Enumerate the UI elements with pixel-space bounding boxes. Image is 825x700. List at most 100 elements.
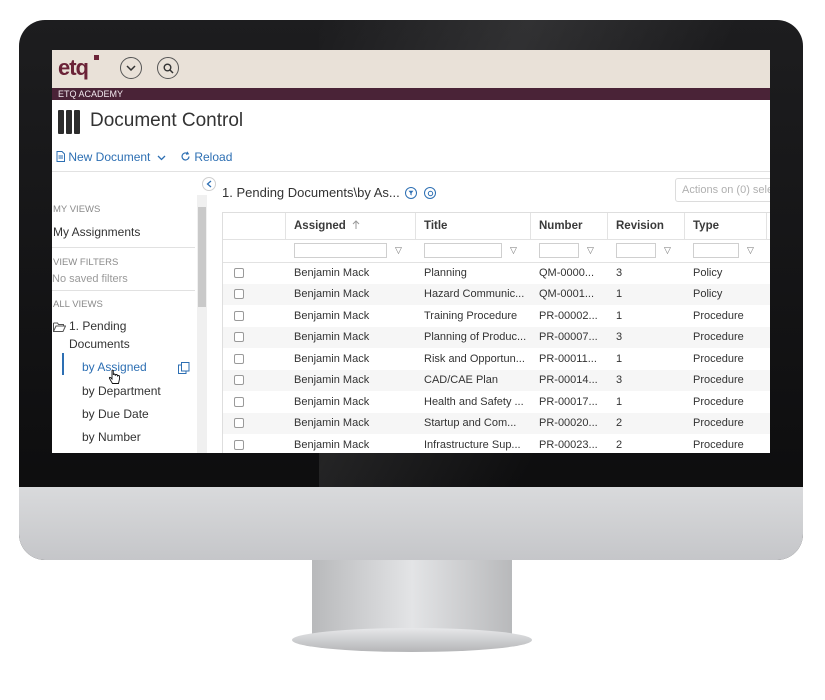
sidebar-item-pending-documents[interactable]: 1. Pending (69, 319, 126, 333)
cell-type: Procedure (693, 310, 744, 322)
folder-open-icon (53, 319, 67, 337)
actions-button[interactable]: Actions on (0) sele (675, 178, 770, 202)
cell-title[interactable]: Health and Safety ... (424, 392, 524, 413)
filter-input-type[interactable] (693, 243, 739, 258)
column-header-title[interactable]: Title (424, 213, 447, 239)
sidebar-item-by-number[interactable]: by Number (82, 430, 141, 444)
cell-number: PR-00007... (539, 331, 598, 343)
search-icon[interactable] (157, 57, 179, 79)
cell-revision: 1 (616, 353, 623, 365)
view-filters-label: VIEW FILTERS (53, 257, 119, 268)
cell-title[interactable]: Planning of Produc... (424, 327, 526, 348)
column-header-assigned[interactable]: Assigned (294, 213, 360, 239)
cell-assigned: Benjamin Mack (294, 267, 370, 279)
cell-assigned: Benjamin Mack (294, 331, 370, 343)
filter-icon[interactable]: ▽ (587, 243, 594, 258)
cell-number: PR-00020... (539, 417, 598, 429)
cell-type: Procedure (693, 374, 744, 386)
row-checkbox[interactable] (234, 268, 244, 278)
filter-icon[interactable]: ▽ (510, 243, 517, 258)
cell-title[interactable]: Planning (424, 263, 467, 284)
monitor-stand-base (292, 628, 532, 652)
column-header-number[interactable]: Number (539, 213, 582, 239)
active-indicator (62, 353, 64, 375)
filter-input-assigned[interactable] (294, 243, 387, 258)
filter-input-title[interactable] (424, 243, 502, 258)
academy-label: ETQ ACADEMY (58, 89, 124, 99)
row-checkbox[interactable] (234, 418, 244, 428)
table-row[interactable]: Benjamin Mack CAD/CAE Plan PR-00014... 3… (223, 370, 770, 391)
cell-revision: 1 (616, 396, 623, 408)
cell-number: PR-00002... (539, 310, 598, 322)
sidebar-item-my-assignments[interactable]: My Assignments (53, 225, 140, 239)
row-checkbox[interactable] (234, 397, 244, 407)
chevron-down-icon[interactable] (120, 57, 142, 79)
table-row[interactable]: Benjamin Mack Training Procedure PR-0000… (223, 306, 770, 327)
cell-title[interactable]: CAD/CAE Plan (424, 370, 498, 391)
sidebar-item-pending-documents-cont[interactable]: Documents (69, 337, 130, 351)
table-row[interactable]: Benjamin Mack Planning of Produc... PR-0… (223, 327, 770, 348)
cell-assigned: Benjamin Mack (294, 439, 370, 451)
row-checkbox[interactable] (234, 311, 244, 321)
column-separator (766, 213, 767, 239)
table-row[interactable]: Benjamin Mack Hazard Communic... QM-0001… (223, 284, 770, 305)
cell-title[interactable]: Training Procedure (424, 306, 517, 327)
cell-assigned: Benjamin Mack (294, 396, 370, 408)
sidebar-scrollbar[interactable] (197, 195, 207, 453)
cell-type: Procedure (693, 417, 744, 429)
row-checkbox[interactable] (234, 375, 244, 385)
cell-assigned: Benjamin Mack (294, 288, 370, 300)
row-checkbox[interactable] (234, 354, 244, 364)
sidebar-scroll-thumb[interactable] (198, 207, 206, 307)
column-header-revision[interactable]: Revision (616, 213, 664, 239)
column-separator (530, 213, 531, 239)
filter-icon[interactable]: ▽ (664, 243, 671, 258)
cell-revision: 1 (616, 310, 623, 322)
settings-icon[interactable] (424, 187, 436, 199)
table-row[interactable]: Benjamin Mack Risk and Opportun... PR-00… (223, 349, 770, 370)
cell-title[interactable]: Startup and Com... (424, 413, 516, 434)
column-separator (285, 213, 286, 239)
view-title: 1. Pending Documents\by As... (222, 185, 400, 200)
reload-button[interactable]: Reload (180, 150, 232, 164)
binders-icon (58, 110, 80, 134)
documents-grid: Assigned Title Number Revision Type ▽ ▽ … (222, 212, 770, 453)
cell-number: PR-00023... (539, 439, 598, 451)
table-row[interactable]: Benjamin Mack Startup and Com... PR-0002… (223, 413, 770, 434)
new-document-button[interactable]: New Document (56, 150, 166, 164)
filter-input-number[interactable] (539, 243, 579, 258)
copy-icon[interactable] (178, 361, 190, 379)
monitor-stand-neck (312, 560, 512, 634)
cell-type: Procedure (693, 396, 744, 408)
row-checkbox[interactable] (234, 289, 244, 299)
cell-number: PR-00011... (539, 353, 597, 365)
academy-bar: ETQ ACADEMY (52, 88, 770, 100)
filter-icon[interactable]: ▽ (395, 243, 402, 258)
collapse-sidebar-button[interactable] (202, 177, 216, 191)
row-checkbox[interactable] (234, 332, 244, 342)
table-row[interactable]: Benjamin Mack Planning QM-0000... 3 Poli… (223, 263, 770, 284)
filter-icon[interactable] (405, 187, 417, 199)
cell-type: Procedure (693, 439, 744, 451)
cell-revision: 1 (616, 288, 623, 300)
filter-icon[interactable]: ▽ (747, 243, 754, 258)
filter-input-revision[interactable] (616, 243, 656, 258)
cell-revision: 3 (616, 267, 623, 279)
cell-assigned: Benjamin Mack (294, 353, 370, 365)
sidebar-item-by-due-date[interactable]: by Due Date (82, 407, 149, 421)
table-row[interactable]: Benjamin Mack Health and Safety ... PR-0… (223, 392, 770, 413)
table-row[interactable]: Benjamin Mack Infrastructure Sup... PR-0… (223, 435, 770, 453)
column-header-type[interactable]: Type (693, 213, 719, 239)
cell-number: QM-0001... (539, 288, 595, 300)
cell-title[interactable]: Risk and Opportun... (424, 349, 525, 370)
cell-title[interactable]: Hazard Communic... (424, 284, 524, 305)
cell-title[interactable]: Infrastructure Sup... (424, 435, 521, 453)
toolbar: New Document Reload (52, 146, 770, 170)
cell-assigned: Benjamin Mack (294, 374, 370, 386)
cell-type: Procedure (693, 353, 744, 365)
sidebar-item-by-department[interactable]: by Department (82, 384, 161, 398)
row-checkbox[interactable] (234, 440, 244, 450)
sidebar: MY VIEWS My Assignments VIEW FILTERS No … (52, 174, 207, 453)
etq-logo[interactable]: etq (58, 55, 89, 81)
cell-number: PR-00017... (539, 396, 598, 408)
